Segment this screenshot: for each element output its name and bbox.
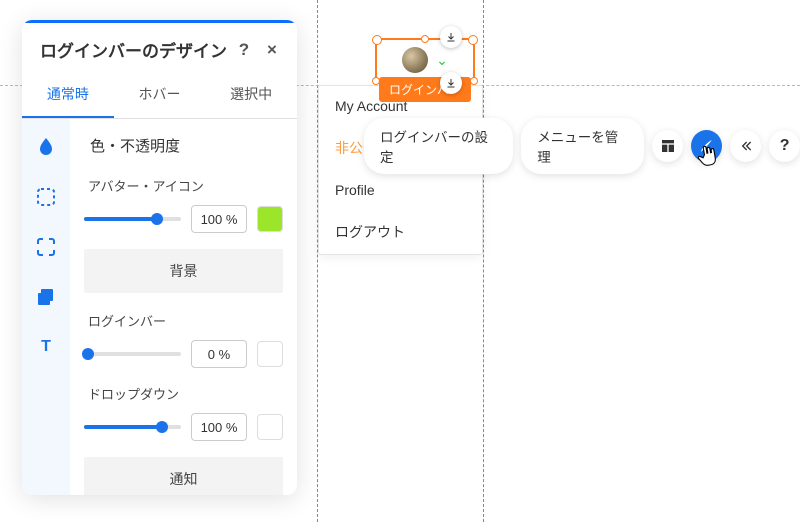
menu-item-profile[interactable]: Profile [319, 170, 482, 210]
tab-selected[interactable]: 選択中 [205, 72, 297, 118]
avatar-color-swatch[interactable] [257, 206, 283, 232]
loginbar-opacity-value[interactable]: 0 % [191, 340, 247, 368]
loginbar-label: ログインバー [88, 311, 283, 330]
panel-title: ログインバーのデザイン [40, 37, 227, 62]
panel-side-rail: T [22, 119, 70, 495]
drop-icon[interactable] [34, 135, 58, 159]
manage-menu-button[interactable]: メニューを管理 [521, 118, 644, 174]
animation-button[interactable] [730, 130, 761, 162]
dropdown-opacity-slider[interactable] [84, 425, 181, 429]
design-panel: ログインバーのデザイン ? × 通常時 ホバー 選択中 T 色・不透明度 [22, 20, 297, 495]
chevron-down-icon[interactable]: ⌄ [436, 52, 448, 69]
help-button[interactable]: ? [233, 39, 255, 61]
tab-hover[interactable]: ホバー [114, 72, 206, 118]
avatar-opacity-value[interactable]: 100 % [191, 205, 247, 233]
corners-dashed-icon[interactable] [34, 185, 58, 209]
layout-button[interactable] [652, 130, 683, 162]
avatar-opacity-slider[interactable] [84, 217, 181, 221]
avatar-icon [402, 47, 428, 73]
section-title: 色・不透明度 [90, 135, 283, 156]
stretch-handle-top[interactable] [440, 26, 462, 48]
layers-icon[interactable] [34, 285, 58, 309]
panel-content: 色・不透明度 アバター・アイコン 100 % 背景 ログインバー 0 % ドロッ… [70, 119, 297, 495]
panel-header: ログインバーのデザイン ? × [22, 23, 297, 72]
text-icon[interactable]: T [34, 335, 58, 359]
notice-button[interactable]: 通知 [84, 457, 283, 495]
background-button[interactable]: 背景 [84, 249, 283, 293]
menu-item-logout[interactable]: ログアウト [319, 210, 482, 254]
vertical-guide-right [483, 0, 484, 522]
loginbar-color-swatch[interactable] [257, 341, 283, 367]
loginbar-opacity-slider[interactable] [84, 352, 181, 356]
corners-solid-icon[interactable] [34, 235, 58, 259]
login-bar-settings-button[interactable]: ログインバーの設定 [364, 118, 513, 174]
login-bar-element[interactable]: ⌄ ログインバー [375, 38, 475, 82]
vertical-guide-left [317, 0, 318, 522]
tab-normal[interactable]: 通常時 [22, 72, 114, 118]
dropdown-opacity-value[interactable]: 100 % [191, 413, 247, 441]
element-options-row: ログインバーの設定 メニューを管理 ? [364, 118, 800, 174]
dropdown-label: ドロップダウン [88, 384, 283, 403]
avatar-icon-label: アバター・アイコン [88, 176, 283, 195]
stretch-handle-bottom[interactable] [440, 72, 462, 94]
help-circle-button[interactable]: ? [769, 130, 800, 162]
dropdown-color-swatch[interactable] [257, 414, 283, 440]
panel-tabs: 通常時 ホバー 選択中 [22, 72, 297, 119]
close-button[interactable]: × [261, 39, 283, 61]
